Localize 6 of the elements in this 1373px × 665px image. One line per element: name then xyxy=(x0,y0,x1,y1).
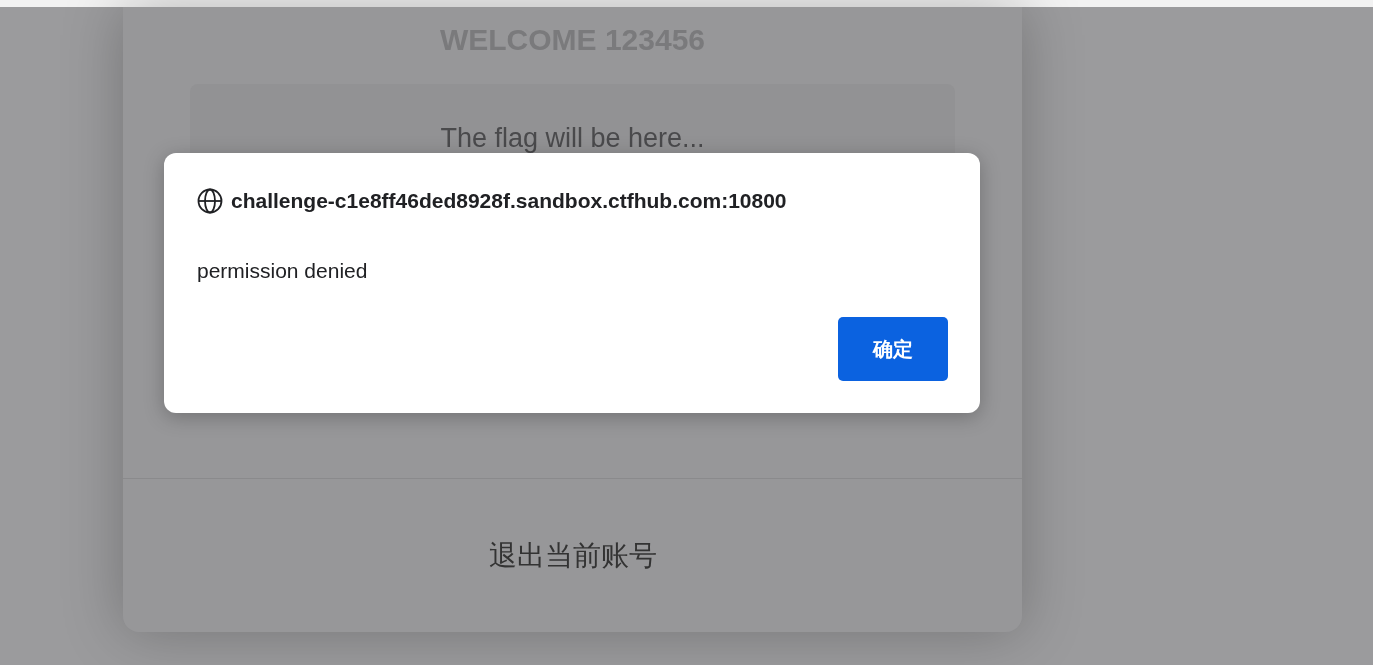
flag-placeholder-text: The flag will be here... xyxy=(440,123,705,153)
dialog-origin: challenge-c1e8ff46ded8928f.sandbox.ctfhub.com:10800 xyxy=(231,188,787,214)
globe-icon xyxy=(197,187,223,214)
confirm-button[interactable]: 确定 xyxy=(838,317,948,381)
dialog-message: permission denied xyxy=(197,257,369,284)
logout-link[interactable]: 退出当前账号 xyxy=(488,534,657,577)
